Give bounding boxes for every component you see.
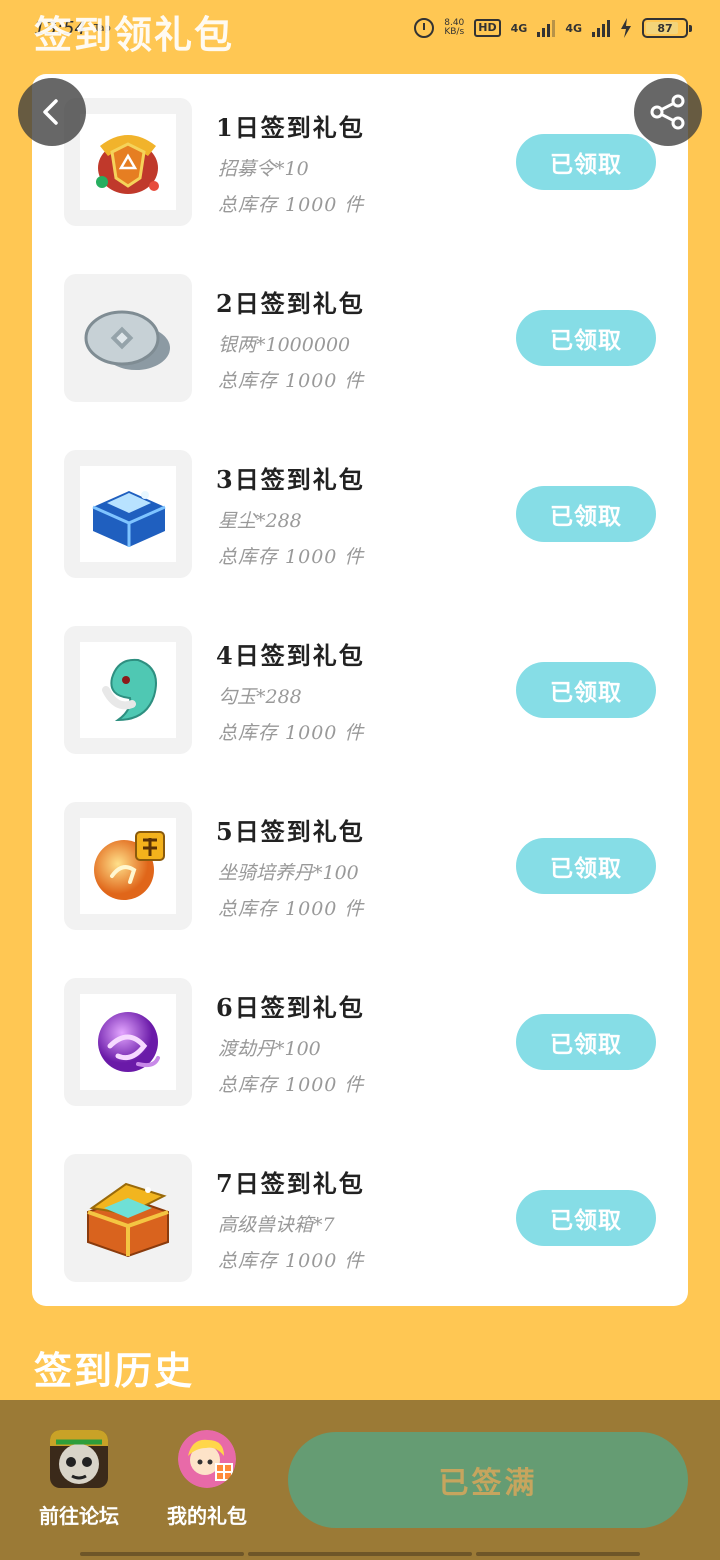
gift-stock: 总库存 1000 件	[218, 194, 365, 216]
back-icon	[43, 99, 58, 125]
gift-stock: 总库存 1000 件	[218, 1250, 365, 1272]
share-button[interactable]	[634, 78, 702, 146]
gift-title: 5日签到礼包	[216, 817, 365, 846]
gift-stock: 总库存 1000 件	[218, 898, 365, 920]
back-button[interactable]	[18, 78, 86, 146]
claimed-button[interactable]: 已领取	[516, 310, 656, 366]
gift-thumb	[64, 626, 192, 754]
claimed-button[interactable]: 已领取	[516, 838, 656, 894]
beast-skill-chest-icon	[87, 1182, 169, 1258]
gift-desc: 招募令*10	[218, 158, 309, 180]
nav-indicator-left	[80, 1552, 244, 1556]
battery-icon: 87	[642, 18, 692, 38]
signed-full-button[interactable]: 已签满	[288, 1432, 688, 1528]
nav-indicator-center	[248, 1552, 472, 1556]
gift-stock: 总库存 1000 件	[218, 546, 365, 568]
hd-icon: HD	[474, 19, 501, 37]
gift-thumb	[64, 1154, 192, 1282]
page-title: 签到领礼包	[34, 12, 235, 57]
claimed-button[interactable]: 已领取	[516, 1014, 656, 1070]
gift-item-day-4: 4日签到礼包 勾玉*288 总库存 1000 件 已领取	[32, 626, 688, 756]
network-type-2: 4G	[565, 21, 582, 35]
my-gifts-avatar-icon	[178, 1430, 236, 1488]
tribulation-pill-icon	[98, 1012, 160, 1072]
gift-stock: 总库存 1000 件	[218, 1074, 365, 1096]
gift-title: 2日签到礼包	[216, 289, 365, 318]
stardust-chest-icon	[92, 491, 166, 547]
gift-title: 7日签到礼包	[216, 1169, 365, 1198]
gift-stock: 总库存 1000 件	[218, 370, 365, 392]
gift-item-day-6: 6日签到礼包 渡劫丹*100 总库存 1000 件 已领取	[32, 978, 688, 1108]
gift-item-day-7: 7日签到礼包 高级兽诀箱*7 总库存 1000 件 已领取	[32, 1154, 688, 1284]
gift-desc: 勾玉*288	[218, 686, 302, 708]
gift-thumb	[64, 450, 192, 578]
recruit-token-icon	[96, 135, 159, 194]
gift-item-day-3: 3日签到礼包 星尘*288 总库存 1000 件 已领取	[32, 450, 688, 580]
nav-indicator-right	[476, 1552, 640, 1556]
forum-link[interactable]: 前往论坛	[24, 1430, 134, 1529]
my-gifts-label: 我的礼包	[167, 1504, 247, 1528]
claimed-button[interactable]: 已领取	[516, 662, 656, 718]
gift-desc: 坐骑培养丹*100	[218, 862, 359, 884]
gift-title: 3日签到礼包	[216, 465, 365, 494]
silver-coins-icon	[84, 310, 170, 370]
gift-title: 4日签到礼包	[216, 641, 365, 670]
bottom-bar: 前往论坛 我的礼包 已签满	[0, 1400, 720, 1560]
claimed-button[interactable]: 已领取	[516, 1190, 656, 1246]
network-type-1: 4G	[510, 21, 528, 35]
gift-item-day-2: 2日签到礼包 银两*1000000 总库存 1000 件 已领取	[32, 274, 688, 404]
history-title: 签到历史	[34, 1348, 195, 1393]
gift-desc: 星尘*288	[218, 510, 302, 532]
forum-label: 前往论坛	[39, 1504, 119, 1528]
gift-thumb	[64, 802, 192, 930]
gift-desc: 银两*1000000	[218, 334, 351, 356]
gift-thumb	[64, 978, 192, 1106]
share-icon	[650, 94, 685, 130]
claimed-button[interactable]: 已领取	[516, 486, 656, 542]
magatama-icon	[102, 658, 157, 722]
gift-stock: 总库存 1000 件	[218, 722, 365, 744]
gift-desc: 高级兽诀箱*7	[218, 1214, 335, 1236]
gift-item-day-1: 1日签到礼包 招募令*10 总库存 1000 件 已领取	[32, 98, 688, 228]
gift-title: 1日签到礼包	[216, 113, 365, 142]
signal-icon	[537, 19, 556, 37]
network-speed-unit: KB/s	[444, 27, 465, 37]
charging-icon	[621, 18, 631, 38]
gift-title: 6日签到礼包	[216, 993, 365, 1022]
my-gifts-link[interactable]: 我的礼包	[152, 1430, 262, 1529]
network-speed: 8.40 KB/s	[444, 19, 464, 37]
gift-list-card: 1日签到礼包 招募令*10 总库存 1000 件 已领取 2日签到礼包 银两*1…	[32, 74, 688, 1306]
signal-icon-2	[592, 19, 610, 37]
alarm-icon	[414, 18, 435, 38]
mount-pill-icon	[94, 831, 165, 900]
gift-desc: 渡劫丹*100	[218, 1038, 321, 1060]
game-avatar-icon	[50, 1430, 108, 1488]
claimed-button[interactable]: 已领取	[516, 134, 656, 190]
gift-thumb	[64, 274, 192, 402]
gift-item-day-5: 5日签到礼包 坐骑培养丹*100 总库存 1000 件 已领取	[32, 802, 688, 932]
